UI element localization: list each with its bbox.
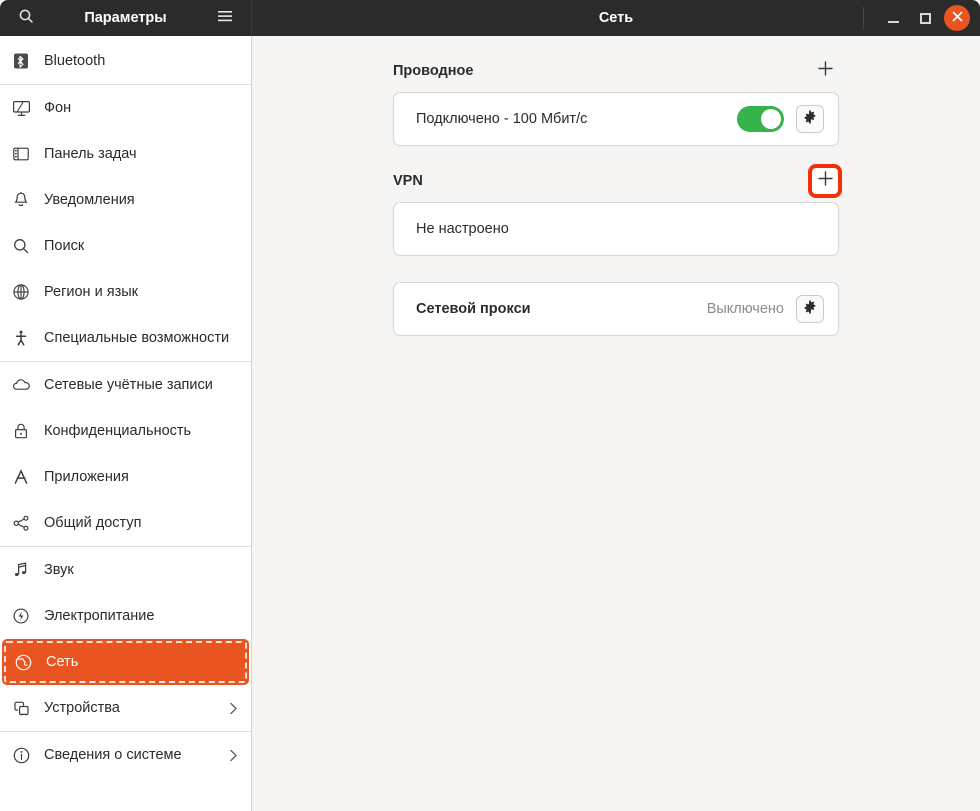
titlebar-main-section: Сеть (252, 0, 980, 36)
share-nodes-icon (10, 512, 32, 534)
vpn-section-header: VPN (393, 164, 842, 198)
plus-icon (817, 60, 834, 82)
minimize-icon (887, 20, 899, 23)
spacer-vpn-proxy (393, 256, 839, 282)
proxy-settings-button[interactable] (796, 295, 824, 323)
plus-icon (817, 170, 834, 192)
network-panel: Проводное Подключено - 100 Мбит/с VPN Не… (252, 36, 980, 811)
proxy-label: Сетевой прокси (416, 301, 531, 317)
search-icon (10, 235, 32, 257)
bell-icon (10, 189, 32, 211)
lock-icon (10, 420, 32, 442)
sidebar-item-6[interactable]: Регион и язык (0, 269, 251, 315)
sidebar-item-label: Специальные возможности (44, 330, 230, 346)
sidebar-item-8[interactable]: Сетевые учётные записи (0, 362, 251, 408)
maximize-icon (919, 12, 931, 24)
sidebar-item-label: Общий доступ (44, 515, 142, 531)
settings-sidebar: Bluetooth Фон Панель задач Уведомления Поиск… (0, 36, 252, 811)
toggle-knob (761, 109, 781, 129)
sidebar-item-label: Сведения о системе (44, 747, 182, 763)
background-icon (10, 97, 32, 119)
bluetooth-icon (10, 50, 32, 72)
sidebar-item-13[interactable]: Электропитание (0, 593, 251, 639)
sidebar-item-1[interactable]: Bluetooth (0, 38, 251, 84)
power-bolt-icon (10, 605, 32, 627)
sidebar-item-label: Bluetooth (44, 53, 106, 69)
sidebar-item-7[interactable]: Специальные возможности (0, 315, 251, 361)
minimize-button[interactable] (880, 5, 906, 31)
music-note-icon (10, 559, 32, 581)
accessibility-icon (10, 327, 32, 349)
window-body: Bluetooth Фон Панель задач Уведомления Поиск… (0, 36, 980, 811)
sidebar-item-label: Панель задач (44, 146, 137, 162)
sidebar-item-9[interactable]: Конфиденциальность (0, 408, 251, 454)
search-icon (18, 8, 34, 29)
gear-icon (803, 300, 817, 319)
wired-section-header: Проводное (393, 54, 839, 88)
proxy-status-value: Выключено (706, 301, 784, 317)
devices-icon (10, 697, 32, 719)
sidebar-item-2[interactable]: Фон (0, 85, 251, 131)
network-globe-icon (12, 651, 34, 673)
sidebar-item-label: Поиск (44, 238, 85, 254)
wired-connection-row[interactable]: Подключено - 100 Мбит/с (393, 92, 839, 146)
titlebar-sidebar-section: Параметры (0, 0, 252, 36)
font-a-icon (10, 466, 32, 488)
sidebar-item-label: Устройства (44, 700, 120, 716)
close-button[interactable] (944, 5, 970, 31)
titlebar-divider (863, 7, 864, 29)
sidebar-item-label: Сетевые учётные записи (44, 377, 213, 393)
info-circle-icon (10, 744, 32, 766)
gear-icon (803, 110, 817, 129)
sidebar-item-15[interactable]: Устройства (0, 685, 251, 731)
vpn-status-row: Не настроено (393, 202, 839, 256)
sidebar-item-label: Приложения (44, 469, 129, 485)
vpn-status-label: Не настроено (416, 221, 509, 237)
close-icon (952, 9, 963, 27)
network-proxy-row[interactable]: Сетевой прокси Выключено (393, 282, 839, 336)
sidebar-item-12[interactable]: Звук (0, 547, 251, 593)
settings-window: Параметры Сеть Bluetooth Фон Панель зада… (0, 0, 980, 811)
sidebar-item-14[interactable]: Сеть (2, 639, 249, 685)
sidebar-item-label: Уведомления (44, 192, 135, 208)
window-controls (863, 5, 980, 31)
hamburger-menu-icon (217, 9, 233, 28)
sidebar-item-label: Электропитание (44, 608, 155, 624)
sidebar-item-label: Регион и язык (44, 284, 138, 300)
sidebar-item-10[interactable]: Приложения (0, 454, 251, 500)
sidebar-item-16[interactable]: Сведения о системе (0, 732, 251, 778)
sidebar-item-label: Фон (44, 100, 72, 116)
main-menu-button[interactable] (207, 3, 243, 33)
sidebar-item-label: Звук (44, 562, 74, 578)
title-bar: Параметры Сеть (0, 0, 980, 36)
wired-settings-button[interactable] (796, 105, 824, 133)
sidebar-item-label: Сеть (46, 654, 79, 670)
wired-section-title: Проводное (393, 63, 474, 79)
sidebar-item-4[interactable]: Уведомления (0, 177, 251, 223)
spacer-wired-vpn (393, 146, 839, 164)
vpn-section-title: VPN (393, 173, 423, 189)
chevron-right-icon (228, 701, 239, 716)
globe-grid-icon (10, 281, 32, 303)
sidebar-item-3[interactable]: Панель задач (0, 131, 251, 177)
add-wired-connection-button[interactable] (811, 57, 839, 85)
maximize-button[interactable] (912, 5, 938, 31)
sidebar-item-label: Конфиденциальность (44, 423, 192, 439)
dock-panel-icon (10, 143, 32, 165)
sidebar-item-5[interactable]: Поиск (0, 223, 251, 269)
wired-status-label: Подключено - 100 Мбит/с (416, 111, 588, 127)
chevron-right-icon (228, 748, 239, 763)
wired-toggle-switch[interactable] (737, 106, 784, 132)
search-button[interactable] (8, 3, 44, 33)
cloud-icon (10, 374, 32, 396)
sidebar-item-11[interactable]: Общий доступ (0, 500, 251, 546)
add-vpn-connection-button[interactable] (808, 164, 842, 198)
proxy-row-controls: Выключено (707, 295, 824, 323)
wired-row-controls (737, 105, 824, 133)
network-content: Проводное Подключено - 100 Мбит/с VPN Не… (393, 54, 842, 336)
